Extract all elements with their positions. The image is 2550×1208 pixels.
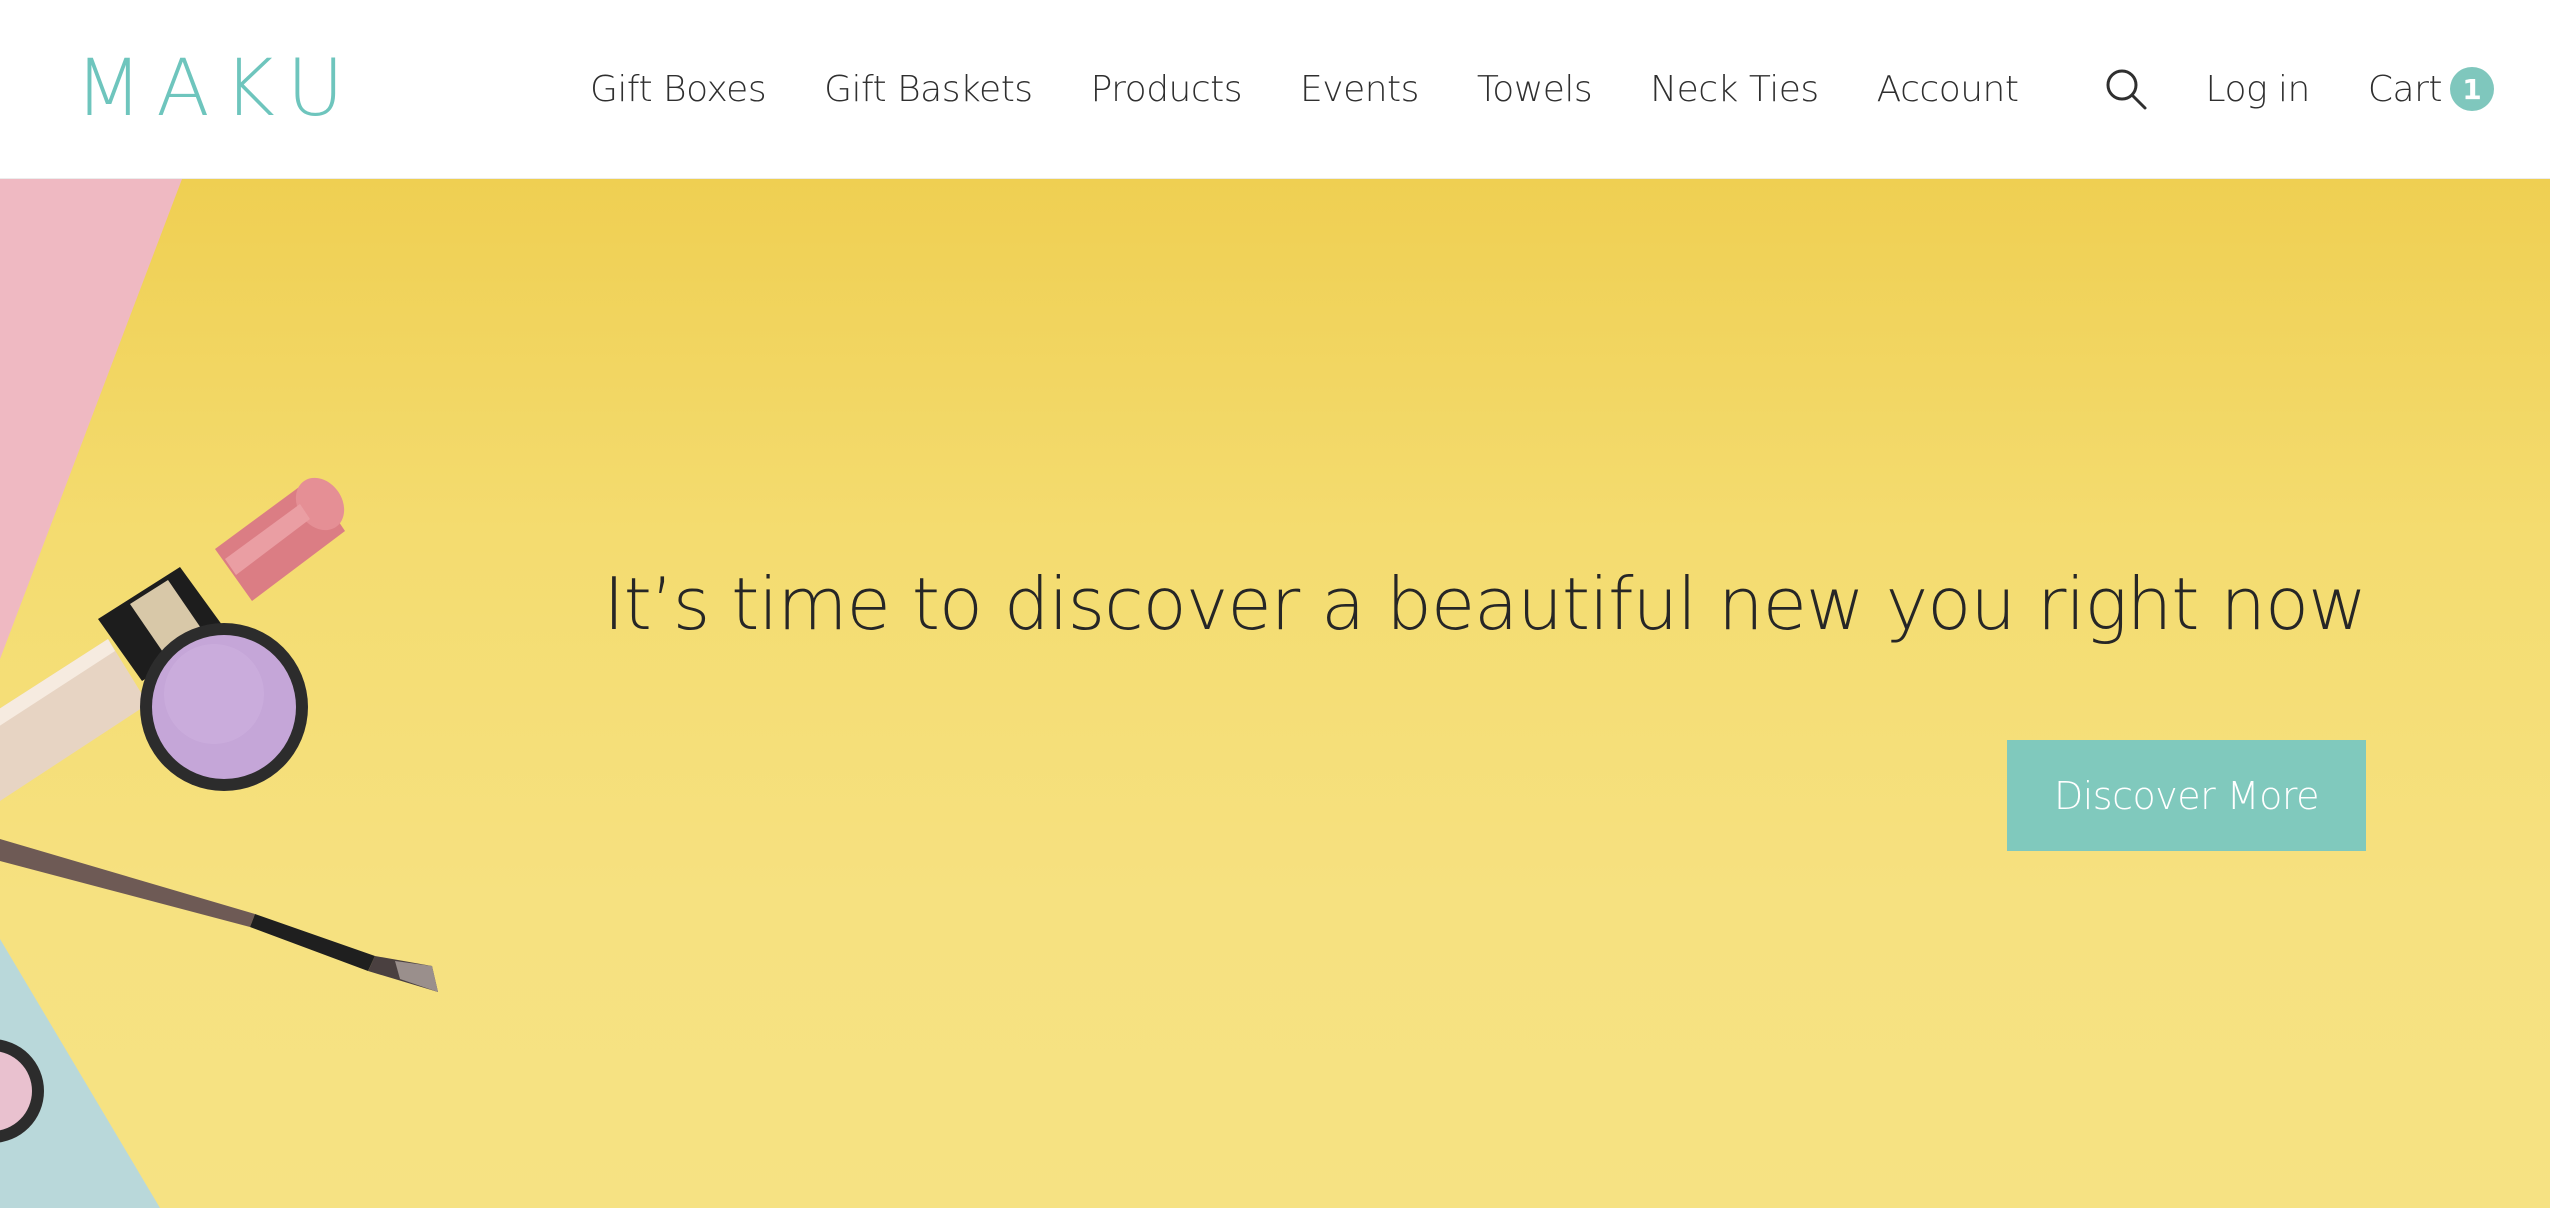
main-nav: Gift Boxes Gift Baskets Products Events …: [590, 0, 2019, 178]
nav-item-products[interactable]: Products: [1091, 69, 1243, 110]
hero-cosmetics-image: [0, 179, 438, 1208]
cart-count-badge: 1: [2450, 67, 2494, 111]
nav-item-events[interactable]: Events: [1300, 69, 1419, 110]
discover-more-button[interactable]: Discover More: [2007, 740, 2366, 851]
header-utilities: Log in Cart 1: [2104, 0, 2494, 178]
cart-label: Cart: [2367, 68, 2443, 110]
nav-item-neck-ties[interactable]: Neck Ties: [1650, 69, 1819, 110]
site-header: MAKU Gift Boxes Gift Baskets Products Ev…: [0, 0, 2550, 179]
hero-banner: It’s time to discover a beautiful new yo…: [0, 179, 2550, 1208]
hero-headline: It’s time to discover a beautiful new yo…: [603, 562, 2367, 646]
cart-link[interactable]: Cart 1: [2368, 67, 2494, 111]
nav-item-gift-boxes[interactable]: Gift Boxes: [590, 69, 767, 110]
nav-item-towels[interactable]: Towels: [1477, 69, 1593, 110]
nav-item-gift-baskets[interactable]: Gift Baskets: [824, 69, 1033, 110]
brand-logo[interactable]: MAKU: [75, 44, 358, 134]
search-icon[interactable]: [2104, 67, 2148, 111]
login-link[interactable]: Log in: [2206, 69, 2311, 110]
nav-item-account[interactable]: Account: [1877, 69, 2019, 110]
